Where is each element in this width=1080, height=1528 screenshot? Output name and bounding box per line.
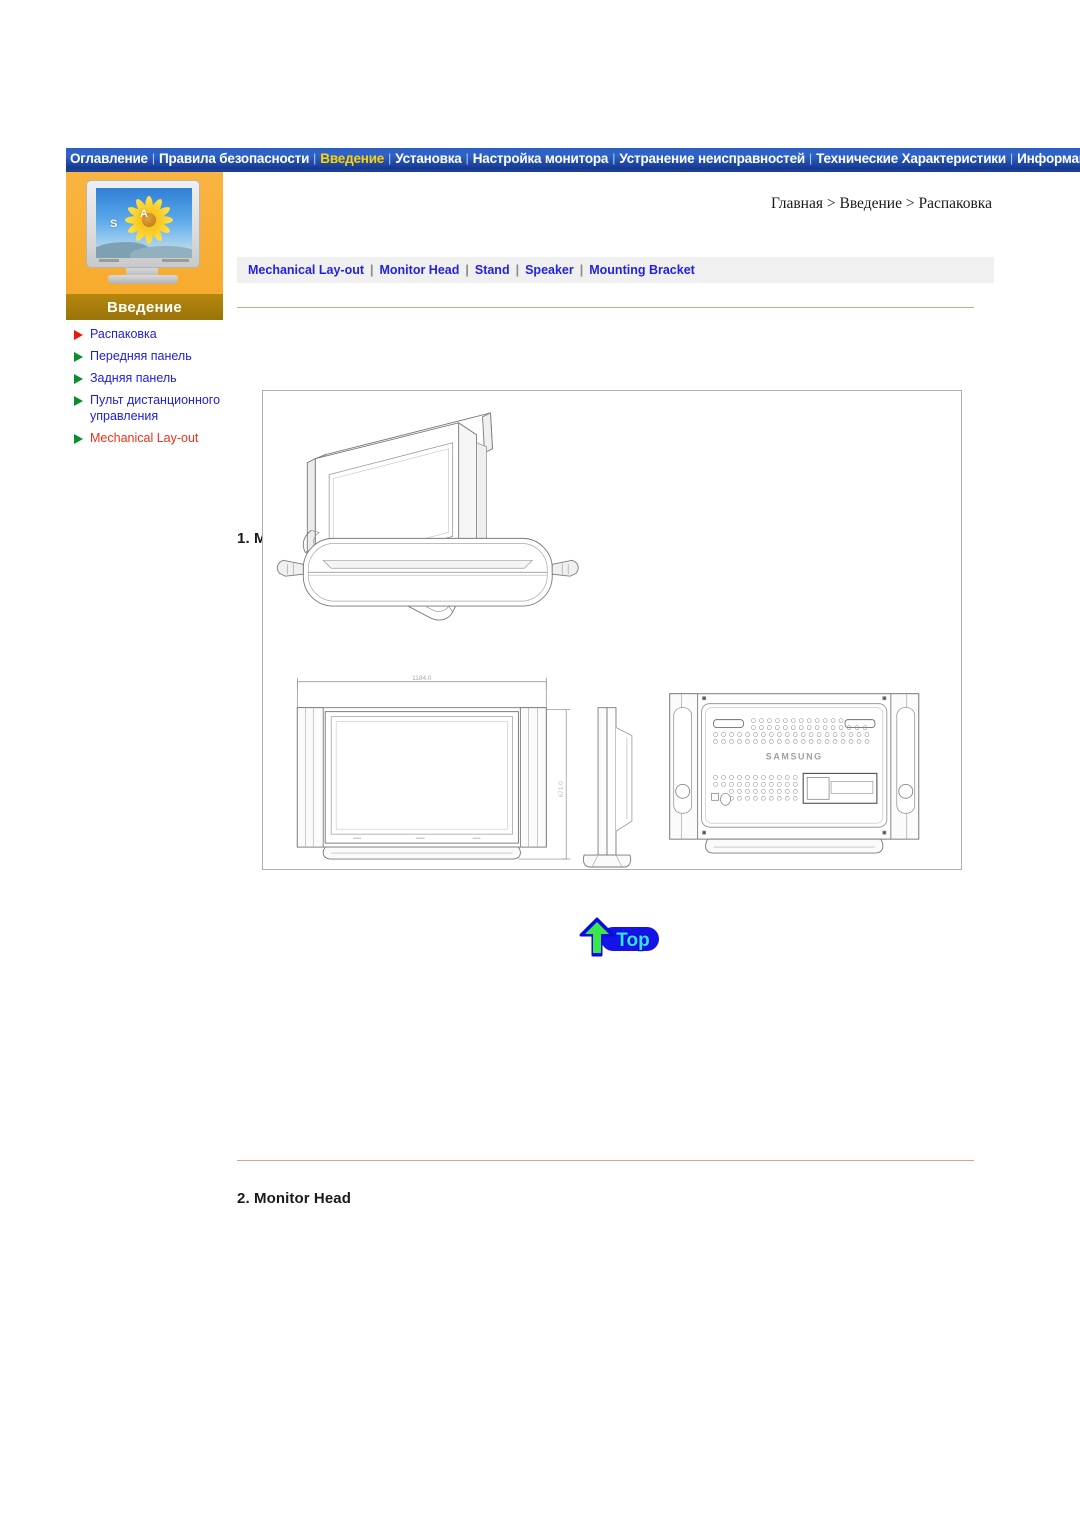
rear-view — [669, 693, 920, 854]
sidebar-menu: Распаковка Передняя панель Задняя панель… — [66, 320, 223, 452]
mechanical-drawing-figure: 1184.0 671.0 295.0 SAMSUNG — [262, 390, 962, 870]
nav-item-troubleshooting[interactable]: Устранение неисправностей — [615, 148, 809, 169]
sidebar-item-mechanical-layout[interactable]: Mechanical Lay-out — [66, 430, 223, 452]
screen-letter-a: A — [140, 208, 148, 220]
subnav-item-stand[interactable]: Stand — [472, 263, 513, 277]
sidebar-item-label: Mechanical Lay-out — [90, 431, 199, 445]
sidebar-item-unpacking[interactable]: Распаковка — [66, 326, 223, 348]
nav-item-specifications[interactable]: Технические Характеристики — [812, 148, 1010, 169]
triangle-marker-icon — [74, 330, 83, 340]
page-root: Оглавление | Правила безопасности | Введ… — [0, 0, 1080, 1528]
sidebar-item-rear-panel[interactable]: Задняя панель — [66, 370, 223, 392]
triangle-marker-icon — [74, 374, 83, 384]
triangle-marker-icon — [74, 434, 83, 444]
monitor-base — [108, 275, 178, 284]
monitor-brand-strip — [99, 259, 189, 262]
top-button-label: Top — [616, 930, 649, 951]
subnav-item-monitor-head[interactable]: Monitor Head — [377, 263, 463, 277]
triangle-marker-icon — [74, 352, 83, 362]
top-navigation-bar: Оглавление | Правила безопасности | Введ… — [66, 148, 1080, 169]
nav-item-contents[interactable]: Оглавление — [66, 148, 152, 169]
sidebar-item-remote-control[interactable]: Пульт дистанционного управления — [66, 392, 223, 430]
nav-item-introduction[interactable]: Введение — [316, 148, 388, 169]
divider-bottom — [237, 1160, 974, 1161]
subnav-separator: | — [515, 263, 520, 277]
sidebar-item-label: Передняя панель — [90, 349, 192, 363]
mechanical-drawing-svg: 1184.0 671.0 295.0 SAMSUNG — [276, 412, 920, 868]
sidebar-item-label: Задняя панель — [90, 371, 177, 385]
triangle-marker-icon — [74, 396, 83, 406]
sidebar-section-title: Введение — [66, 294, 223, 320]
sidebar-item-label: Пульт дистанционного управления — [90, 393, 221, 423]
nav-item-safety[interactable]: Правила безопасности — [155, 148, 313, 169]
screen-hill-right — [130, 246, 192, 258]
back-to-top-button[interactable]: Top — [575, 917, 663, 957]
subnav-item-mounting-bracket[interactable]: Mounting Bracket — [586, 263, 698, 277]
divider-top — [237, 307, 974, 308]
subnav-separator: | — [579, 263, 584, 277]
monitor-bezel: S A — [86, 180, 200, 268]
nav-item-setup[interactable]: Установка — [391, 148, 465, 169]
dimension-label-width: 1184.0 — [412, 675, 432, 682]
subnav-item-mechanical-layout[interactable]: Mechanical Lay-out — [245, 263, 367, 277]
monitor-screen: S A — [96, 188, 192, 258]
subnav-separator: | — [370, 263, 374, 277]
sidebar-product-image: S A — [66, 172, 223, 294]
top-button-graphic: Top — [579, 917, 659, 957]
dimension-width — [296, 677, 547, 710]
subnav-separator: | — [465, 263, 469, 277]
subnav-item-speaker[interactable]: Speaker — [522, 263, 577, 277]
sunflower-icon — [124, 194, 174, 244]
top-view — [276, 537, 579, 607]
sidebar: S A Введение Распаковка Передняя панель — [66, 172, 223, 452]
breadcrumb: Главная > Введение > Распаковка — [770, 195, 992, 212]
side-view — [582, 707, 633, 868]
nav-item-monitor-settings[interactable]: Настройка монитора — [469, 148, 613, 169]
crt-monitor-icon: S A — [84, 180, 206, 284]
dimension-label-height: 671.0 — [558, 781, 565, 798]
nav-item-information[interactable]: Информация — [1013, 148, 1080, 169]
sidebar-item-label: Распаковка — [90, 327, 157, 341]
rear-brand-label: SAMSUNG — [766, 751, 823, 761]
sidebar-item-front-panel[interactable]: Передняя панель — [66, 348, 223, 370]
sub-navigation-bar: Mechanical Lay-out | Monitor Head | Stan… — [237, 257, 994, 283]
section-heading-monitor-head: 2. Monitor Head — [237, 1190, 352, 1207]
screen-letter-s: S — [110, 218, 118, 230]
front-view — [296, 677, 571, 860]
